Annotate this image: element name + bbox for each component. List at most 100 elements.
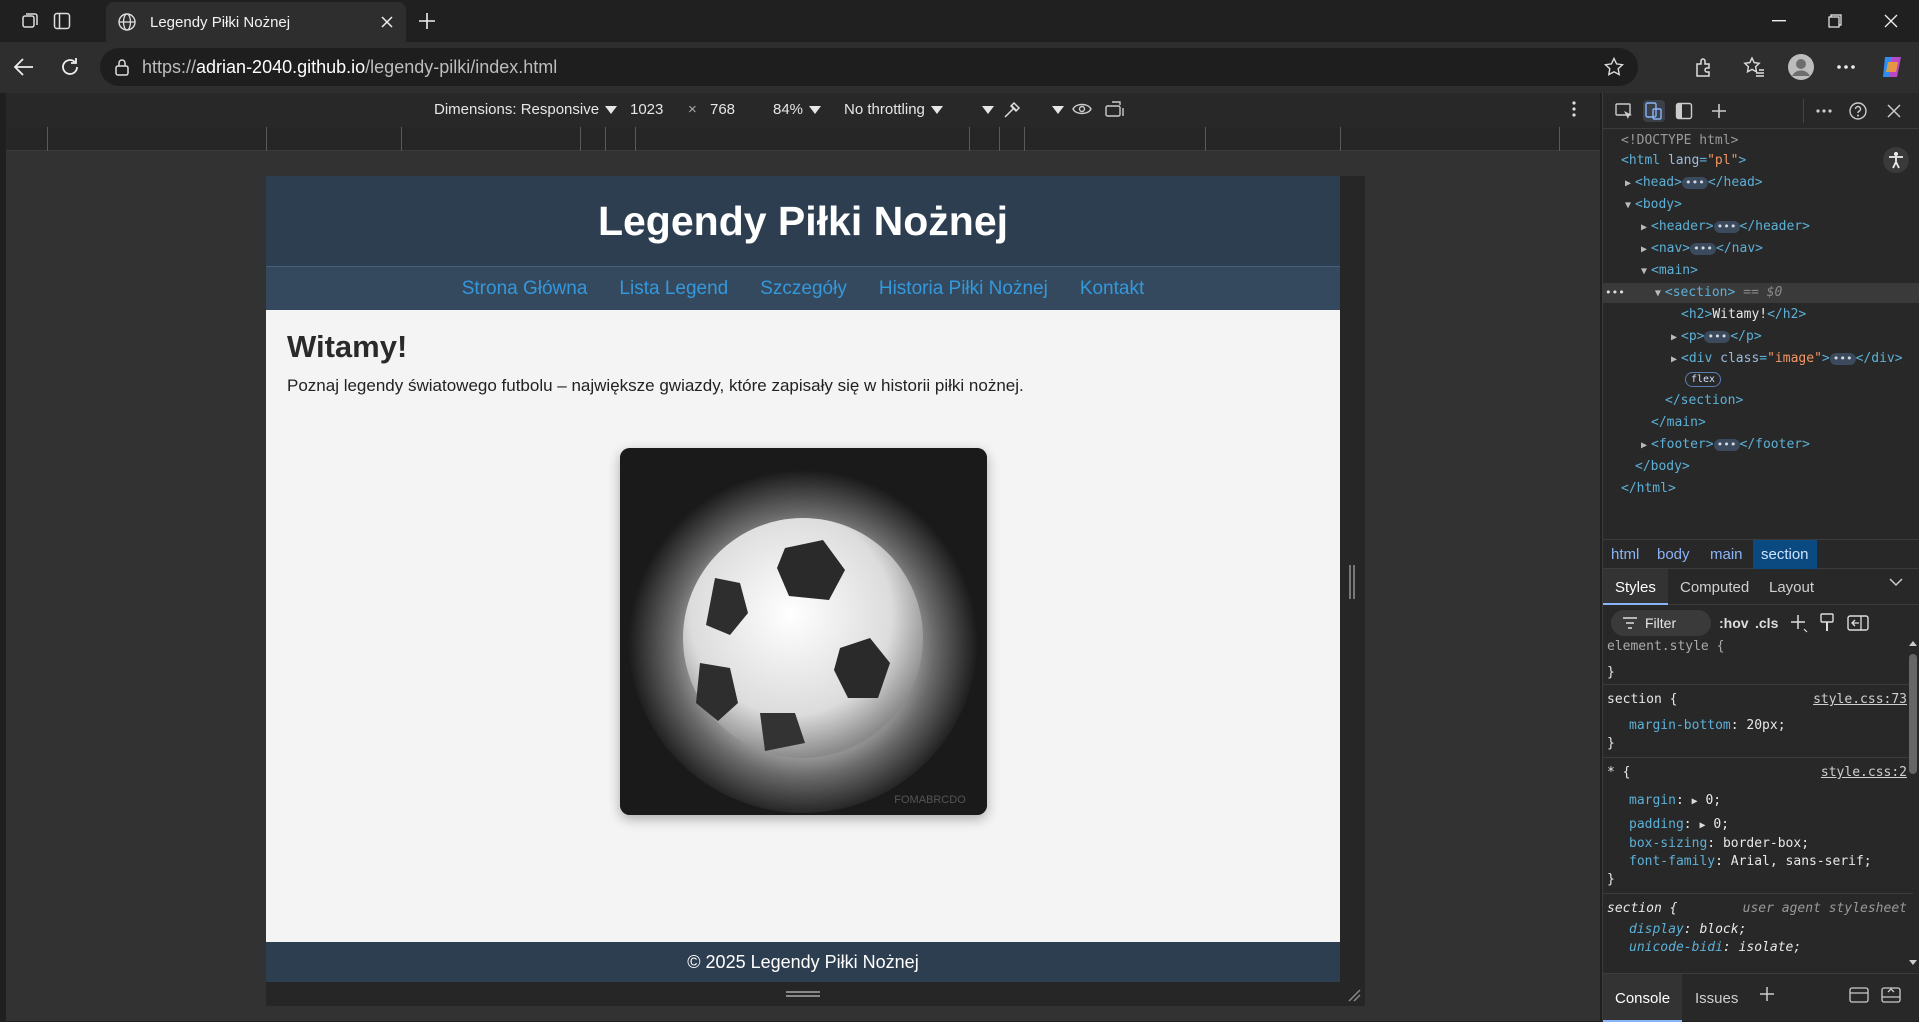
dom-node-main[interactable]: ▼ <main> — [1641, 261, 1698, 281]
workspaces-icon[interactable] — [18, 9, 42, 33]
viewport-resize-handle[interactable] — [1349, 565, 1355, 599]
expand-triangle-icon[interactable]: ▶ — [1671, 350, 1681, 370]
viewport-bottom-edge[interactable] — [266, 982, 1365, 1006]
collapse-triangle-icon[interactable]: ▼ — [1641, 262, 1651, 282]
paint-brush-icon[interactable] — [1819, 613, 1835, 633]
new-style-rule-icon[interactable] — [1789, 613, 1809, 633]
add-drawer-tab-icon[interactable] — [1759, 986, 1775, 1002]
dom-node-body-close[interactable]: </body> — [1635, 457, 1690, 477]
profile-avatar-icon[interactable] — [1786, 52, 1816, 82]
expand-triangle-icon[interactable]: ▶ — [1641, 218, 1651, 238]
flex-badge[interactable]: flex — [1685, 369, 1722, 389]
expand-triangle-icon[interactable]: ▶ — [1692, 796, 1698, 807]
tab-computed[interactable]: Computed — [1680, 579, 1749, 596]
hov-button[interactable]: :hov — [1719, 615, 1749, 631]
collapse-triangle-icon[interactable]: ▼ — [1625, 196, 1635, 216]
section-source-link[interactable]: style.css:73 — [1813, 691, 1907, 709]
universal-source-link[interactable]: style.css:2 — [1821, 764, 1907, 782]
toggle-computed-sidebar-icon[interactable] — [1847, 614, 1869, 632]
corner-resize-icon[interactable] — [1347, 988, 1361, 1002]
address-bar[interactable]: https://adrian-2040.github.io/legendy-pi… — [100, 48, 1638, 86]
bottom-resize-grip[interactable] — [786, 991, 820, 997]
favorite-star-icon[interactable] — [1604, 57, 1624, 77]
nav-link-legends-list[interactable]: Lista Legend — [619, 278, 728, 300]
dom-node-header[interactable]: ▶ <header> ••• </header> — [1641, 217, 1810, 237]
close-devtools-icon[interactable] — [1883, 100, 1905, 122]
save-data-dropdown[interactable] — [976, 101, 994, 118]
scrollbar-thumb[interactable] — [1909, 654, 1917, 774]
section-selector[interactable]: section { — [1607, 691, 1677, 709]
breadcrumb-section[interactable]: section — [1753, 540, 1817, 569]
throttling-dropdown[interactable]: No throttling — [844, 101, 943, 118]
vertical-tabs-icon[interactable] — [50, 9, 74, 33]
universal-selector[interactable]: * { — [1607, 764, 1630, 782]
zoom-dropdown[interactable]: 84% — [773, 101, 822, 118]
height-input[interactable]: 768 — [710, 101, 735, 118]
expand-triangle-icon[interactable]: ▶ — [1641, 436, 1651, 456]
dom-node-nav[interactable]: ▶ <nav> ••• </nav> — [1641, 239, 1763, 259]
browser-tab[interactable]: Legendy Piłki Nożnej — [106, 2, 406, 42]
chevron-down-icon[interactable] — [1889, 577, 1903, 587]
unicode-bidi-declaration[interactable]: unicode-bidi: isolate; — [1629, 939, 1801, 957]
dom-node-doctype[interactable]: <!DOCTYPE html> — [1621, 131, 1738, 151]
element-style-rule[interactable]: element.style { — [1607, 638, 1724, 656]
more-tools-icon[interactable] — [1813, 100, 1835, 122]
inspect-element-icon[interactable] — [1613, 100, 1635, 122]
tab-layout[interactable]: Layout — [1769, 579, 1814, 596]
margin-declaration[interactable]: margin: ▶ 0; — [1629, 792, 1721, 810]
nav-link-details[interactable]: Szczegóły — [760, 278, 847, 300]
breadcrumb-main[interactable]: main — [1710, 546, 1743, 563]
dom-node-h2[interactable]: <h2>Witamy!</h2> — [1681, 305, 1806, 325]
minimize-icon[interactable] — [1751, 0, 1807, 42]
tab-console[interactable]: Console — [1603, 974, 1683, 1022]
back-icon[interactable] — [12, 55, 36, 79]
expand-triangle-icon[interactable]: ▶ — [1671, 328, 1681, 348]
nav-link-history[interactable]: Historia Piłki Nożnej — [879, 278, 1048, 300]
width-input[interactable]: 1023 — [630, 101, 663, 118]
breadcrumb-html[interactable]: html — [1611, 546, 1639, 563]
expand-triangle-icon[interactable]: ▶ — [1641, 240, 1651, 260]
collapse-triangle-icon[interactable]: ▼ — [1655, 284, 1665, 304]
sensors-icon[interactable] — [1002, 100, 1022, 120]
dom-node-section-close[interactable]: </section> — [1665, 391, 1743, 411]
display-declaration[interactable]: display: block; — [1629, 921, 1746, 939]
dom-node-html[interactable]: <html lang="pl"> — [1621, 151, 1746, 171]
nav-link-home[interactable]: Strona Główna — [462, 278, 588, 300]
dom-node-p[interactable]: ▶ <p> ••• </p> — [1671, 327, 1762, 347]
lock-icon[interactable] — [112, 57, 132, 77]
close-tab-icon[interactable] — [374, 9, 400, 35]
help-icon[interactable] — [1847, 100, 1869, 122]
filter-input[interactable]: Filter — [1611, 610, 1711, 636]
rotate-icon[interactable] — [1104, 100, 1126, 118]
dock-drawer-icon[interactable] — [1849, 986, 1869, 1004]
refresh-icon[interactable] — [58, 55, 82, 79]
eye-icon[interactable] — [1072, 101, 1092, 117]
device-options-icon[interactable] — [1571, 100, 1577, 118]
font-family-declaration[interactable]: font-family: Arial, sans-serif; — [1629, 853, 1872, 871]
dimensions-dropdown[interactable]: Dimensions: Responsive — [434, 101, 618, 118]
device-toggle-icon[interactable] — [1643, 100, 1665, 122]
sidebar-toggle-icon[interactable] — [1673, 100, 1695, 122]
expand-triangle-icon[interactable]: ▶ — [1625, 174, 1635, 194]
undock-drawer-icon[interactable] — [1881, 986, 1901, 1004]
expand-triangle-icon[interactable]: ▶ — [1699, 820, 1705, 831]
cls-button[interactable]: .cls — [1755, 615, 1778, 631]
styles-scrollbar[interactable] — [1908, 638, 1918, 968]
dom-node-div-image[interactable]: ▶ <div class="image"> ••• </div> — [1671, 349, 1903, 369]
accessibility-icon[interactable] — [1883, 147, 1909, 173]
extensions-icon[interactable] — [1692, 55, 1716, 79]
scroll-down-icon[interactable] — [1908, 958, 1918, 968]
copilot-icon[interactable] — [1878, 53, 1906, 81]
margin-bottom-declaration[interactable]: margin-bottom: 20px; — [1629, 717, 1786, 735]
tab-issues[interactable]: Issues — [1695, 990, 1738, 1007]
restore-icon[interactable] — [1807, 0, 1863, 42]
add-panel-icon[interactable] — [1708, 100, 1730, 122]
dom-node-body[interactable]: ▼ <body> — [1625, 195, 1682, 215]
dom-node-html-close[interactable]: </html> — [1621, 479, 1676, 499]
nav-link-contact[interactable]: Kontakt — [1080, 278, 1144, 300]
box-sizing-declaration[interactable]: box-sizing: border-box; — [1629, 835, 1809, 853]
favorites-icon[interactable] — [1742, 55, 1766, 79]
dom-node-footer[interactable]: ▶ <footer> ••• </footer> — [1641, 435, 1810, 455]
scroll-up-icon[interactable] — [1908, 638, 1918, 648]
sensors-dropdown[interactable] — [1046, 101, 1064, 118]
